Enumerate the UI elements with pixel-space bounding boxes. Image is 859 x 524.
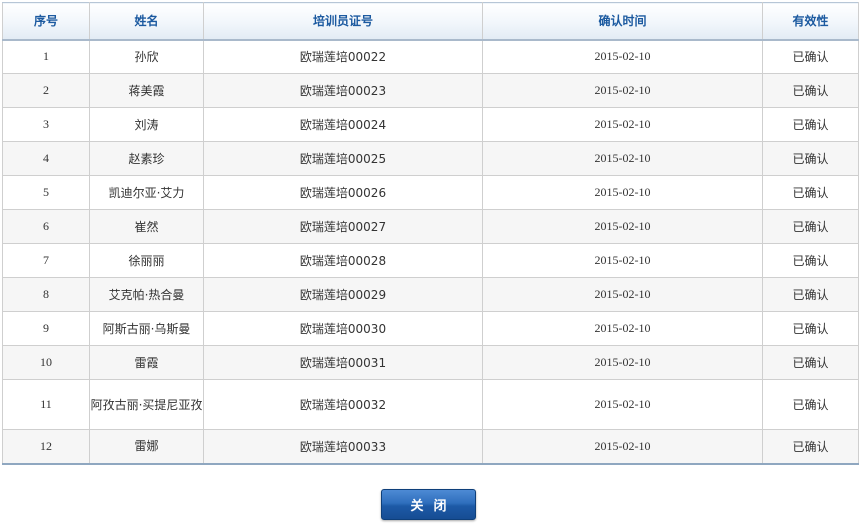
cell-confirm-time: 2015-02-10 (482, 39, 763, 74)
cell-cert-no: 欧瑞莲培00028 (203, 243, 483, 278)
cell-seq: 3 (2, 107, 90, 142)
trainer-cert-table-container: 序号 姓名 培训员证号 确认时间 有效性 1 孙欣 欧瑞莲培00022 2015-02… (2, 2, 859, 465)
cell-cert-no: 欧瑞莲培00030 (203, 311, 483, 346)
cell-cert-no: 欧瑞莲培00032 (203, 379, 483, 430)
cell-confirm-time: 2015-02-10 (482, 141, 763, 176)
cell-cert-no: 欧瑞莲培00025 (203, 141, 483, 176)
column-header-cert-no: 培训员证号 (203, 2, 483, 41)
trainer-cert-table: 序号 姓名 培训员证号 确认时间 有效性 1 孙欣 欧瑞莲培00022 2015-02… (2, 2, 859, 465)
cell-seq: 12 (2, 429, 90, 465)
cell-cert-no: 欧瑞莲培00029 (203, 277, 483, 312)
column-header-name: 姓名 (89, 2, 204, 41)
table-row: 10 雷霞 欧瑞莲培00031 2015-02-10 已确认 (2, 345, 859, 380)
table-row: 12 雷娜 欧瑞莲培00033 2015-02-10 已确认 (2, 429, 859, 465)
cell-seq: 8 (2, 277, 90, 312)
cell-seq: 2 (2, 73, 90, 108)
table-row: 1 孙欣 欧瑞莲培00022 2015-02-10 已确认 (2, 39, 859, 74)
cell-seq: 10 (2, 345, 90, 380)
cell-name: 凯迪尔亚·艾力 (89, 175, 204, 210)
cell-validity: 已确认 (762, 209, 859, 244)
cell-confirm-time: 2015-02-10 (482, 209, 763, 244)
close-button[interactable]: 关闭 (381, 489, 476, 520)
table-row: 9 阿斯古丽·乌斯曼 欧瑞莲培00030 2015-02-10 已确认 (2, 311, 859, 346)
cell-cert-no: 欧瑞莲培00022 (203, 39, 483, 74)
cell-seq: 7 (2, 243, 90, 278)
cell-seq: 5 (2, 175, 90, 210)
cell-seq: 4 (2, 141, 90, 176)
cell-validity: 已确认 (762, 345, 859, 380)
table-row: 5 凯迪尔亚·艾力 欧瑞莲培00026 2015-02-10 已确认 (2, 175, 859, 210)
cell-cert-no: 欧瑞莲培00023 (203, 73, 483, 108)
table-row: 11 阿孜古丽·买提尼亚孜 欧瑞莲培00032 2015-02-10 已确认 (2, 379, 859, 430)
cell-seq: 11 (2, 379, 90, 430)
cell-name: 蒋美霞 (89, 73, 204, 108)
cell-validity: 已确认 (762, 243, 859, 278)
cell-validity: 已确认 (762, 141, 859, 176)
cell-confirm-time: 2015-02-10 (482, 107, 763, 142)
cell-validity: 已确认 (762, 175, 859, 210)
cell-name: 雷霞 (89, 345, 204, 380)
cell-validity: 已确认 (762, 311, 859, 346)
cell-name: 赵素珍 (89, 141, 204, 176)
cell-cert-no: 欧瑞莲培00026 (203, 175, 483, 210)
cell-validity: 已确认 (762, 277, 859, 312)
cell-seq: 6 (2, 209, 90, 244)
column-header-seq: 序号 (2, 2, 90, 41)
cell-validity: 已确认 (762, 73, 859, 108)
table-row: 8 艾克帕·热合曼 欧瑞莲培00029 2015-02-10 已确认 (2, 277, 859, 312)
cell-confirm-time: 2015-02-10 (482, 379, 763, 430)
table-body: 1 孙欣 欧瑞莲培00022 2015-02-10 已确认 2 蒋美霞 欧瑞莲培00023 20… (2, 39, 859, 465)
table-header: 序号 姓名 培训员证号 确认时间 有效性 (2, 2, 859, 41)
cell-confirm-time: 2015-02-10 (482, 243, 763, 278)
cell-confirm-time: 2015-02-10 (482, 277, 763, 312)
cell-confirm-time: 2015-02-10 (482, 429, 763, 465)
cell-confirm-time: 2015-02-10 (482, 311, 763, 346)
cell-seq: 1 (2, 39, 90, 74)
cell-name: 崔然 (89, 209, 204, 244)
cell-name: 阿孜古丽·买提尼亚孜 (89, 379, 204, 430)
column-header-validity: 有效性 (762, 2, 859, 41)
cell-validity: 已确认 (762, 429, 859, 465)
cell-confirm-time: 2015-02-10 (482, 345, 763, 380)
cell-name: 刘涛 (89, 107, 204, 142)
table-row: 6 崔然 欧瑞莲培00027 2015-02-10 已确认 (2, 209, 859, 244)
cell-confirm-time: 2015-02-10 (482, 73, 763, 108)
cell-name: 孙欣 (89, 39, 204, 74)
cell-validity: 已确认 (762, 107, 859, 142)
table-header-row: 序号 姓名 培训员证号 确认时间 有效性 (2, 2, 859, 41)
column-header-confirm-time: 确认时间 (482, 2, 763, 41)
table-row: 7 徐丽丽 欧瑞莲培00028 2015-02-10 已确认 (2, 243, 859, 278)
cell-name: 艾克帕·热合曼 (89, 277, 204, 312)
cell-cert-no: 欧瑞莲培00031 (203, 345, 483, 380)
table-row: 3 刘涛 欧瑞莲培00024 2015-02-10 已确认 (2, 107, 859, 142)
cell-cert-no: 欧瑞莲培00033 (203, 429, 483, 465)
cell-confirm-time: 2015-02-10 (482, 175, 763, 210)
cell-name: 阿斯古丽·乌斯曼 (89, 311, 204, 346)
cell-seq: 9 (2, 311, 90, 346)
table-row: 4 赵素珍 欧瑞莲培00025 2015-02-10 已确认 (2, 141, 859, 176)
cell-cert-no: 欧瑞莲培00024 (203, 107, 483, 142)
cell-cert-no: 欧瑞莲培00027 (203, 209, 483, 244)
cell-validity: 已确认 (762, 39, 859, 74)
cell-validity: 已确认 (762, 379, 859, 430)
cell-name: 雷娜 (89, 429, 204, 465)
cell-name: 徐丽丽 (89, 243, 204, 278)
table-row: 2 蒋美霞 欧瑞莲培00023 2015-02-10 已确认 (2, 73, 859, 108)
